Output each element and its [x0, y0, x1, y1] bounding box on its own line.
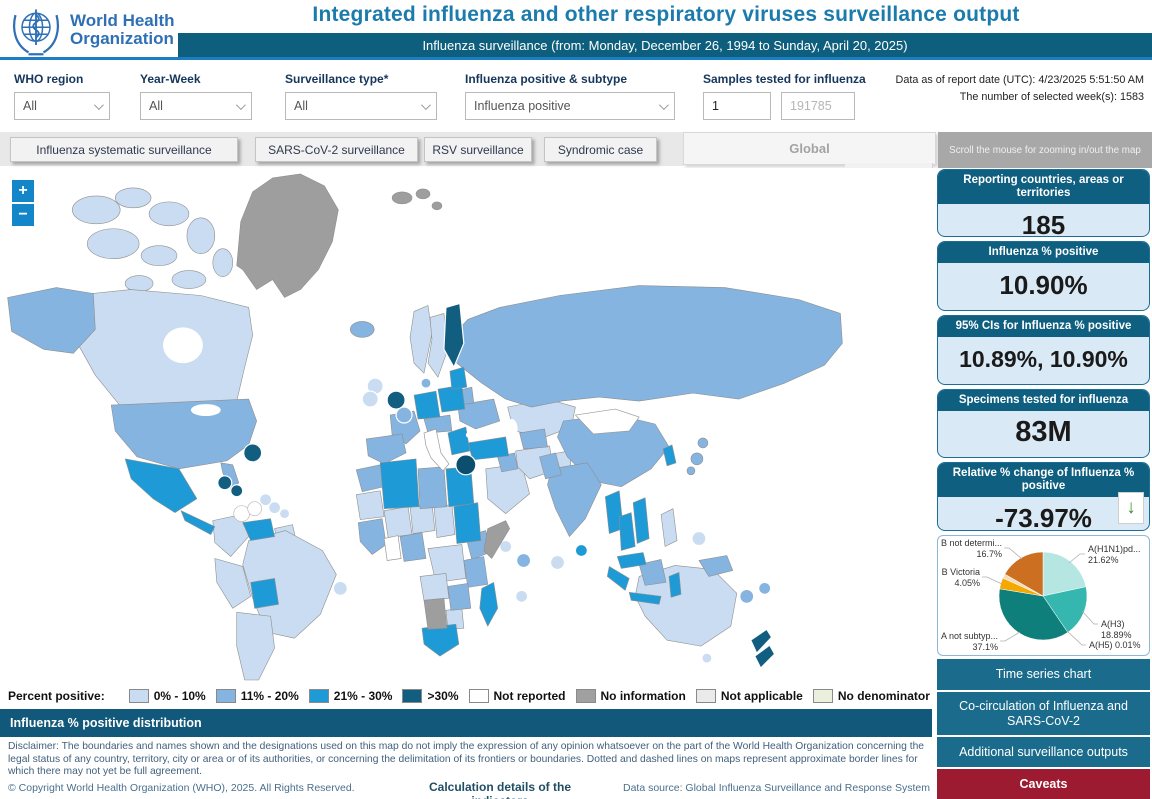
world-map-area: + −: [0, 168, 936, 683]
legend-item: >30%: [402, 689, 458, 703]
pie-pct: 16.7%: [976, 549, 1002, 559]
legend-item: No denominator: [813, 689, 930, 703]
header-divider: [0, 57, 1152, 60]
surveillance-type-dropdown[interactable]: All: [285, 92, 437, 120]
distribution-section-title: Influenza % positive distribution: [0, 709, 932, 737]
subtype-pie-card: A(H1N1)pd... 21.62% A(H3) 18.89% A(H5) 0…: [937, 535, 1150, 656]
tab-influenza-systematic[interactable]: Influenza systematic surveillance: [10, 137, 238, 162]
kpi-value: 185: [938, 204, 1149, 237]
tab-sars-cov-2[interactable]: SARS-CoV-2 surveillance: [255, 137, 418, 162]
world-choropleth-map[interactable]: [0, 168, 845, 681]
chevron-down-icon: [659, 100, 669, 110]
pie-label: A(H5) 0.01%: [1089, 640, 1141, 650]
calculation-details-link[interactable]: Calculation details of the indicators: [400, 780, 600, 799]
legend-item: 21% - 30%: [309, 689, 393, 703]
kpi-value: 10.89%, 10.90%: [938, 337, 1149, 381]
report-info: Data as of report date (UTC): 4/23/2025 …: [896, 72, 1144, 106]
trend-down-arrow-icon: ↓: [1118, 492, 1144, 524]
map-zoom-out-button[interactable]: −: [12, 204, 34, 226]
chevron-down-icon: [421, 100, 431, 110]
disclaimer-text: Disclaimer: The boundaries and names sho…: [8, 741, 932, 779]
legend-swatch: [402, 689, 422, 703]
legend-swatch: [216, 689, 236, 703]
kpi-card-specimens-tested: Specimens tested for influenza 83M: [937, 389, 1150, 458]
who-logo: World Health Organization: [8, 2, 178, 58]
kpi-title: Reporting countries, areas or territorie…: [938, 170, 1149, 204]
chevron-down-icon: [236, 100, 246, 110]
samples-label: Samples tested for influenza: [703, 72, 866, 86]
map-legend: Percent positive: 0% - 10% 11% - 20% 21%…: [0, 683, 935, 709]
kpi-card-percent-positive: Influenza % positive 10.90%: [937, 241, 1150, 311]
pie-label: A not subtyp...: [941, 631, 998, 641]
year-week-dropdown[interactable]: All: [140, 92, 252, 120]
legend-swatch: [469, 689, 489, 703]
pie-label: B not determi...: [941, 538, 1002, 548]
data-source-text: Data source: Global Influenza Surveillan…: [608, 782, 930, 794]
pie-pct: 18.89%: [1101, 630, 1132, 640]
pie-wedges[interactable]: [999, 552, 1087, 640]
subtype-label: Influenza positive & subtype: [465, 72, 627, 86]
legend-item: Not reported: [469, 689, 566, 703]
who-wordmark: World Health Organization: [70, 12, 175, 48]
pie-pct: 21.62%: [1088, 555, 1119, 565]
co-circulation-button[interactable]: Co-circulation of Influenza and SARS-CoV…: [937, 692, 1150, 735]
kpi-card-reporting-countries: Reporting countries, areas or territorie…: [937, 169, 1150, 237]
chevron-down-icon: [94, 100, 104, 110]
caveats-button[interactable]: Caveats: [937, 769, 1150, 799]
legend-item: No information: [576, 689, 686, 703]
legend-item: Not applicable: [696, 689, 803, 703]
legend-swatch: [576, 689, 596, 703]
copyright-text: © Copyright World Health Organization (W…: [8, 782, 355, 794]
pie-pct: 37.1%: [972, 642, 998, 652]
year-week-label: Year-Week: [140, 72, 201, 86]
pie-label: A(H1N1)pd...: [1088, 544, 1141, 554]
subtype-dropdown[interactable]: Influenza positive: [465, 92, 675, 120]
legend-item: 0% - 10%: [129, 689, 206, 703]
legend-title: Percent positive:: [8, 689, 105, 703]
map-zoom-in-button[interactable]: +: [12, 180, 34, 202]
tab-syndromic[interactable]: Syndromic case: [544, 137, 657, 162]
time-series-chart-button[interactable]: Time series chart: [937, 659, 1150, 690]
who-region-label: WHO region: [14, 72, 83, 86]
legend-item: 11% - 20%: [216, 689, 299, 703]
subtitle-bar: Influenza surveillance (from: Monday, De…: [178, 33, 1152, 57]
kpi-title: Specimens tested for influenza: [938, 390, 1149, 411]
legend-swatch: [309, 689, 329, 703]
additional-surveillance-button[interactable]: Additional surveillance outputs: [937, 737, 1150, 767]
page-title: Integrated influenza and other respirato…: [180, 3, 1152, 27]
kpi-title: Influenza % positive: [938, 242, 1149, 263]
surveillance-type-label: Surveillance type*: [285, 72, 388, 86]
map-scroll-hint: Scroll the mouse for zooming in/out the …: [938, 132, 1152, 168]
pie-label: A(H3): [1101, 619, 1125, 629]
samples-min-input[interactable]: [703, 92, 771, 120]
kpi-card-relative-change: Relative % change of Influenza % positiv…: [937, 462, 1150, 531]
samples-max-input[interactable]: [781, 92, 855, 120]
kpi-value: 83M: [938, 411, 1149, 454]
who-emblem-icon: [8, 2, 64, 58]
kpi-value: 10.90%: [938, 263, 1149, 307]
kpi-card-confidence-intervals: 95% CIs for Influenza % positive 10.89%,…: [937, 315, 1150, 385]
legend-swatch: [696, 689, 716, 703]
pie-pct: 4.05%: [954, 578, 980, 588]
kpi-title: 95% CIs for Influenza % positive: [938, 316, 1149, 337]
legend-swatch: [813, 689, 833, 703]
tab-rsv[interactable]: RSV surveillance: [424, 137, 532, 162]
pie-label: B Victoria: [942, 567, 980, 577]
who-region-dropdown[interactable]: All: [14, 92, 110, 120]
global-button[interactable]: Global: [683, 132, 936, 165]
subtype-pie-chart[interactable]: A(H1N1)pd... 21.62% A(H3) 18.89% A(H5) 0…: [938, 536, 1149, 654]
legend-swatch: [129, 689, 149, 703]
